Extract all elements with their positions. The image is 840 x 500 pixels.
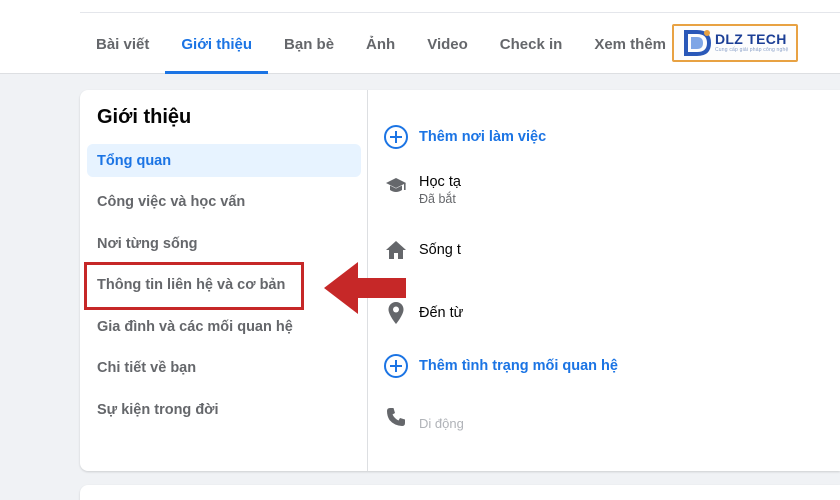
graduation-cap-icon <box>384 174 408 198</box>
about-nav-overview[interactable]: Tổng quan <box>87 144 361 177</box>
logo-tagline: Cung cấp giải pháp công nghệ <box>715 47 789 53</box>
tab-label: Video <box>427 35 468 53</box>
about-nav-places-lived[interactable]: Nơi từng sống <box>87 227 361 260</box>
tab-posts[interactable]: Bài viết <box>80 14 165 74</box>
add-workplace-row[interactable]: Thêm nơi làm việc <box>384 125 546 149</box>
profile-tab-bar: Bài viết Giới thiệu Bạn bè Ảnh Video Che… <box>0 0 840 74</box>
tab-about[interactable]: Giới thiệu <box>165 14 268 74</box>
dlz-tech-logo: DLZ TECH Cung cấp giải pháp công nghệ <box>672 24 798 62</box>
nav-label: Chi tiết về bạn <box>97 360 197 377</box>
hometown-text: Đến từ <box>419 305 464 321</box>
about-title: Giới thiệu <box>97 106 192 128</box>
nav-label: Sự kiện trong đời <box>97 402 219 419</box>
tab-label: Bạn bè <box>284 35 335 53</box>
education-row: Học tạ Đã bắt <box>384 174 471 206</box>
about-nav-work-education[interactable]: Công việc và học vấn <box>87 186 361 219</box>
about-nav-life-events[interactable]: Sự kiện trong đời <box>87 394 361 427</box>
nav-label: Nơi từng sống <box>97 235 198 252</box>
next-card <box>80 485 840 500</box>
tab-label: Bài viết <box>96 35 150 53</box>
tab-label: Ảnh <box>366 35 396 53</box>
current-city-text: Sống t <box>419 242 461 258</box>
mobile-text: Di động <box>419 416 464 431</box>
education-text: Học tạ <box>419 174 461 190</box>
add-relationship-link[interactable]: Thêm tình trạng mối quan hệ <box>419 358 618 374</box>
plus-circle-icon <box>384 354 408 378</box>
tab-label: Giới thiệu <box>181 35 253 53</box>
tab-label: Xem thêm <box>594 35 667 53</box>
dlz-logo-mark <box>682 28 712 58</box>
education-subtext: Đã bắt <box>419 192 456 206</box>
add-workplace-link[interactable]: Thêm nơi làm việc <box>419 129 546 145</box>
tab-check-ins[interactable]: Check in <box>484 14 579 74</box>
logo-name: DLZ TECH <box>715 31 787 47</box>
mobile-row: Di động <box>384 402 479 431</box>
highlight-box <box>84 262 304 310</box>
tab-friends[interactable]: Bạn bè <box>268 14 350 74</box>
tab-videos[interactable]: Video <box>411 14 484 74</box>
plus-circle-icon <box>384 125 408 149</box>
nav-label: Gia đình và các mối quan hệ <box>97 318 293 335</box>
nav-label: Công việc và học vấn <box>97 194 246 211</box>
nav-label: Tổng quan <box>97 152 172 169</box>
tab-photos[interactable]: Ảnh <box>350 14 411 74</box>
add-relationship-row[interactable]: Thêm tình trạng mối quan hệ <box>384 354 618 378</box>
phone-icon <box>384 405 408 429</box>
profile-tabs: Bài viết Giới thiệu Bạn bè Ảnh Video Che… <box>80 14 699 74</box>
red-arrow-icon <box>324 262 406 314</box>
top-divider <box>80 12 840 13</box>
about-nav-details-about-you[interactable]: Chi tiết về bạn <box>87 352 361 385</box>
tab-label: Check in <box>499 35 563 53</box>
